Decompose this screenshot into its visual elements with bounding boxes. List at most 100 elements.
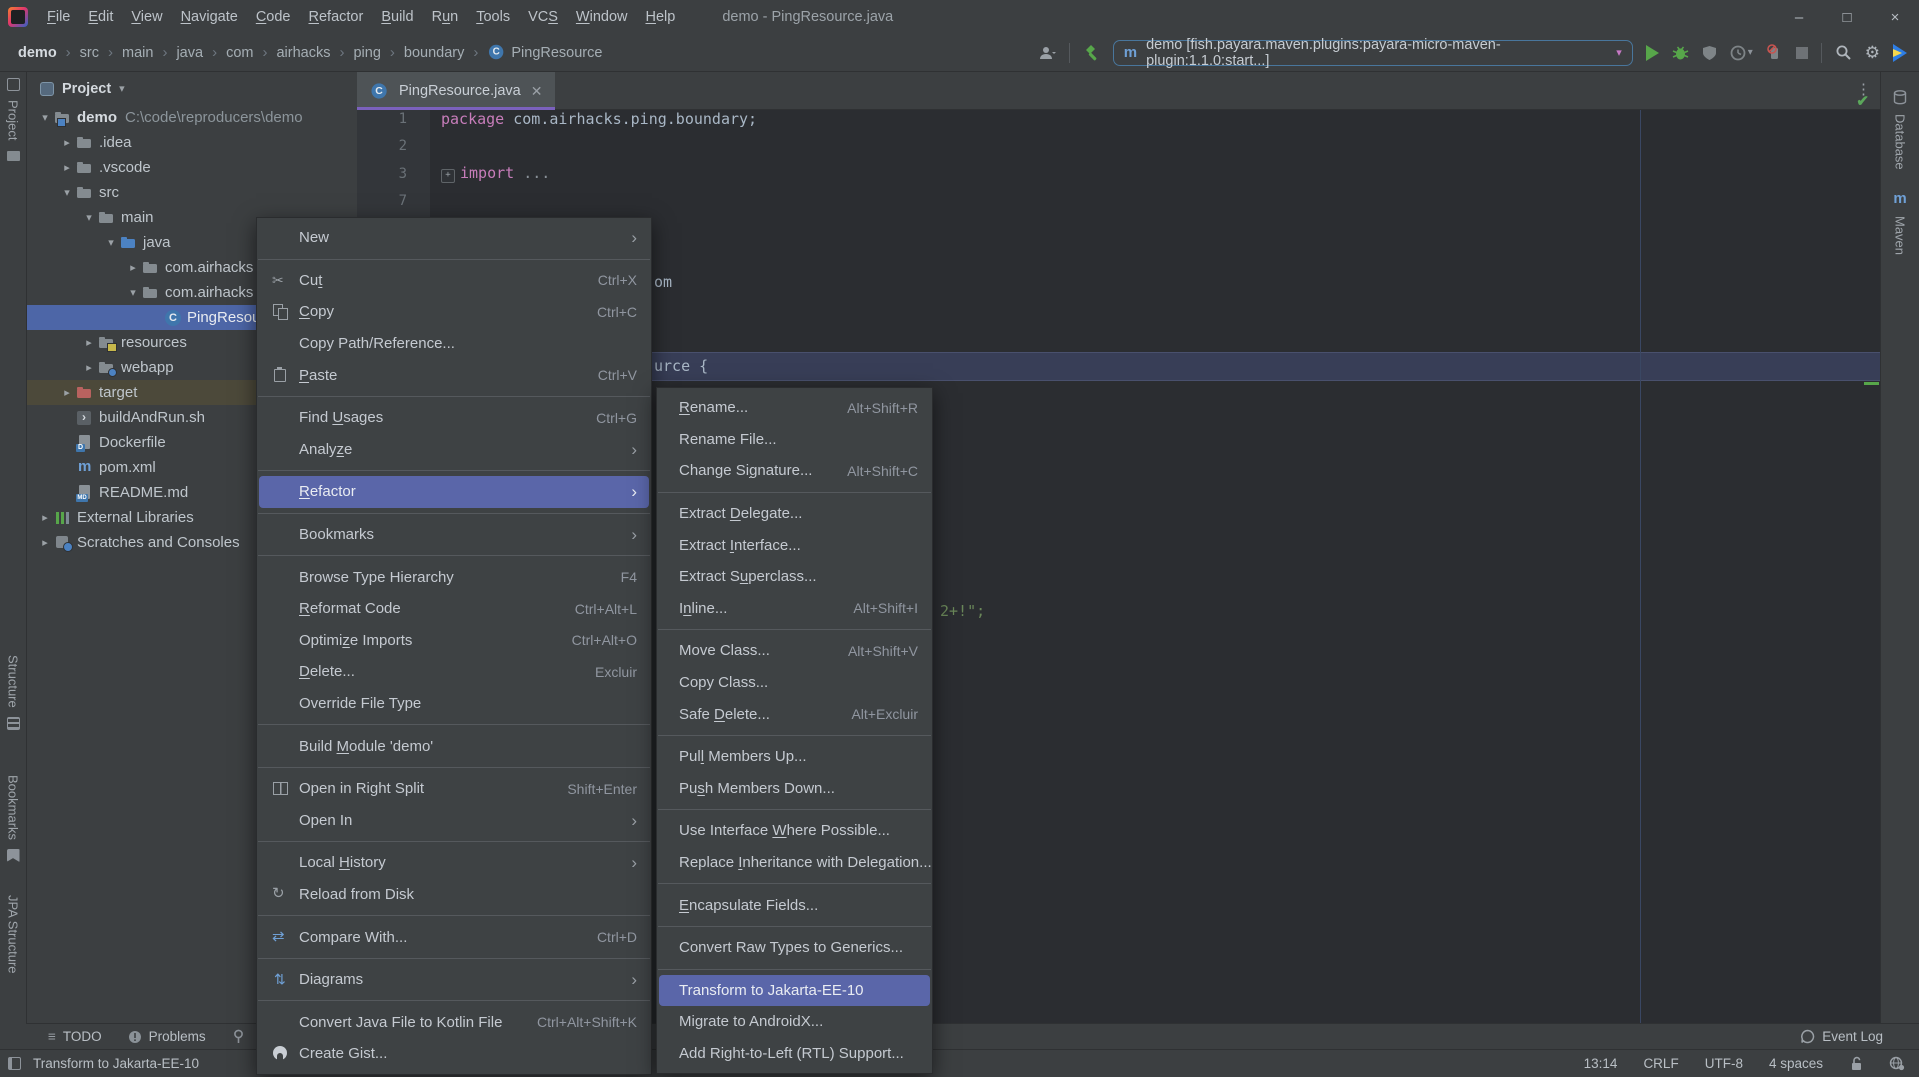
- status-segment-13-14[interactable]: 13:14: [1584, 1056, 1618, 1071]
- menu-item-add-right-to-left-rtl-support[interactable]: Add Right-to-Left (RTL) Support...: [659, 1038, 930, 1070]
- status-segment-crlf[interactable]: CRLF: [1643, 1056, 1678, 1071]
- menu-item-optimize-imports[interactable]: Optimize ImportsCtrl+Alt+O: [259, 625, 649, 657]
- menu-item-pull-members-up[interactable]: Pull Members Up...: [659, 741, 930, 773]
- menu-item-extract-superclass[interactable]: Extract Superclass...: [659, 561, 930, 593]
- profiler-button[interactable]: ▾: [1730, 45, 1753, 61]
- menu-item-delete[interactable]: Delete...Excluir: [259, 656, 649, 688]
- menu-item-push-members-down[interactable]: Push Members Down...: [659, 773, 930, 805]
- project-panel-header[interactable]: Project ▾: [26, 72, 357, 105]
- toolwindow-tab-jpa-structure[interactable]: JPA Structure: [0, 895, 26, 974]
- menu-item-safe-delete[interactable]: Safe Delete...Alt+Excluir: [659, 698, 930, 730]
- menubar-item-window[interactable]: Window: [567, 1, 637, 34]
- build-hammer-icon[interactable]: [1083, 44, 1100, 61]
- menu-item-create-gist[interactable]: Create Gist...: [259, 1038, 649, 1070]
- tree-row-idea[interactable]: ▸.idea: [26, 130, 357, 155]
- run-configuration-select[interactable]: m demo [fish.payara.maven.plugins:payara…: [1113, 40, 1633, 66]
- menu-item-use-interface-where-possible[interactable]: Use Interface Where Possible...: [659, 815, 930, 847]
- menu-item-local-history[interactable]: Local History›: [259, 847, 649, 879]
- unlock-icon[interactable]: [1849, 1056, 1863, 1071]
- menu-item-encapsulate-fields[interactable]: Encapsulate Fields...: [659, 889, 930, 921]
- menu-item-copy[interactable]: CopyCtrl+C: [259, 296, 649, 328]
- menubar-item-run[interactable]: Run: [423, 1, 468, 34]
- toolwindow-quick-access-icon[interactable]: [8, 1057, 21, 1070]
- menu-item-convert-raw-types-to-generics[interactable]: Convert Raw Types to Generics...: [659, 932, 930, 964]
- menu-item-bookmarks[interactable]: Bookmarks›: [259, 519, 649, 551]
- fold-marker-icon[interactable]: +: [441, 169, 455, 183]
- menu-item-find-usages[interactable]: Find UsagesCtrl+G: [259, 402, 649, 434]
- menu-item-transform-to-jakarta-ee-10[interactable]: Transform to Jakarta-EE-10: [659, 975, 930, 1007]
- menu-item-migrate-to-androidx[interactable]: Migrate to AndroidX...: [659, 1006, 930, 1038]
- menu-item-browse-type-hierarchy[interactable]: Browse Type HierarchyF4: [259, 561, 649, 593]
- inspection-ok-icon[interactable]: ✔: [1856, 92, 1869, 110]
- menu-item-refactor[interactable]: Refactor›: [259, 476, 649, 508]
- menubar-item-file[interactable]: File: [38, 1, 79, 34]
- search-icon[interactable]: [1835, 44, 1852, 61]
- tree-row-src[interactable]: ▾src: [26, 180, 357, 205]
- code-style-globe-icon[interactable]: [1889, 1056, 1905, 1071]
- user-icon[interactable]: [1038, 45, 1056, 61]
- menubar-item-navigate[interactable]: Navigate: [172, 1, 247, 34]
- menu-item-inline[interactable]: Inline...Alt+Shift+I: [659, 593, 930, 625]
- menu-item-extract-interface[interactable]: Extract Interface...: [659, 529, 930, 561]
- event-log-button[interactable]: Event Log: [1800, 1029, 1883, 1044]
- debug-button[interactable]: [1672, 44, 1689, 61]
- minimize-button[interactable]: –: [1775, 1, 1823, 34]
- breadcrumb-item-src[interactable]: src: [80, 45, 99, 61]
- menu-item-copy-path-reference[interactable]: Copy Path/Reference...: [259, 328, 649, 360]
- menubar-item-vcs[interactable]: VCS: [519, 1, 567, 34]
- tree-row-demo[interactable]: ▾demoC:\code\reproducers\demo: [26, 105, 357, 130]
- menu-item-copy-class[interactable]: Copy Class...: [659, 667, 930, 699]
- toolwindow-tab-todo[interactable]: ≡ TODO: [48, 1029, 102, 1044]
- breadcrumb-item-airhacks[interactable]: airhacks: [276, 45, 330, 61]
- status-segment-utf-8[interactable]: UTF-8: [1705, 1056, 1743, 1071]
- breadcrumb-item-main[interactable]: main: [122, 45, 153, 61]
- toolwindow-tab-maven[interactable]: m Maven: [1881, 190, 1919, 255]
- menu-item-compare-with[interactable]: Compare With...Ctrl+D: [259, 921, 649, 953]
- menu-item-move-class[interactable]: Move Class...Alt+Shift+V: [659, 635, 930, 667]
- menu-item-build-module-demo[interactable]: Build Module 'demo': [259, 730, 649, 762]
- settings-gear-icon[interactable]: ⚙: [1865, 45, 1880, 61]
- menu-item-rename[interactable]: Rename...Alt+Shift+R: [659, 392, 930, 424]
- menubar-item-help[interactable]: Help: [636, 1, 684, 34]
- breadcrumb-item-demo[interactable]: demo: [18, 45, 57, 61]
- menu-item-paste[interactable]: PasteCtrl+V: [259, 359, 649, 391]
- menu-item-cut[interactable]: CutCtrl+X: [259, 265, 649, 297]
- menubar-item-refactor[interactable]: Refactor: [300, 1, 373, 34]
- close-button[interactable]: ×: [1871, 1, 1919, 34]
- menubar-item-tools[interactable]: Tools: [467, 1, 519, 34]
- toolwindow-tab-database[interactable]: Database: [1881, 90, 1919, 170]
- menu-item-open-in-right-split[interactable]: Open in Right SplitShift+Enter: [259, 773, 649, 805]
- coverage-button[interactable]: [1702, 45, 1717, 61]
- toolwindow-tab-project[interactable]: Project: [0, 78, 26, 161]
- menu-item-reformat-code[interactable]: Reformat CodeCtrl+Alt+L: [259, 593, 649, 625]
- breadcrumb-item-java[interactable]: java: [176, 45, 203, 61]
- stop-button[interactable]: [1796, 47, 1808, 59]
- menu-item-new[interactable]: New›: [259, 222, 649, 254]
- breadcrumb-item-pingresource[interactable]: PingResource: [487, 44, 602, 61]
- breadcrumb-item-ping[interactable]: ping: [353, 45, 380, 61]
- toolwindow-tab-structure[interactable]: Structure: [0, 655, 26, 730]
- menubar-item-code[interactable]: Code: [247, 1, 300, 34]
- menu-item-rename-file[interactable]: Rename File...: [659, 424, 930, 456]
- toolwindow-tab-bookmarks[interactable]: Bookmarks: [0, 775, 26, 862]
- menubar-item-build[interactable]: Build: [372, 1, 422, 34]
- attach-debugger-button[interactable]: [1766, 44, 1783, 61]
- menu-item-change-signature[interactable]: Change Signature...Alt+Shift+C: [659, 455, 930, 487]
- menu-item-extract-delegate[interactable]: Extract Delegate...: [659, 498, 930, 530]
- menu-item-diagrams[interactable]: Diagrams›: [259, 964, 649, 996]
- status-segment-4-spaces[interactable]: 4 spaces: [1769, 1056, 1823, 1071]
- run-button[interactable]: [1646, 45, 1659, 61]
- maximize-button[interactable]: □: [1823, 1, 1871, 34]
- colorful-play-icon[interactable]: [1893, 44, 1907, 62]
- menu-item-override-file-type[interactable]: Override File Type: [259, 688, 649, 720]
- breadcrumb-item-boundary[interactable]: boundary: [404, 45, 464, 61]
- menu-item-reload-from-disk[interactable]: Reload from Disk: [259, 879, 649, 911]
- close-icon[interactable]: ✕: [531, 83, 543, 100]
- menu-item-replace-inheritance-with-delegation[interactable]: Replace Inheritance with Delegation...: [659, 847, 930, 879]
- menu-item-analyze[interactable]: Analyze›: [259, 434, 649, 466]
- menu-item-open-in[interactable]: Open In›: [259, 805, 649, 837]
- pin-icon[interactable]: [232, 1029, 245, 1044]
- tree-row-vscode[interactable]: ▸.vscode: [26, 155, 357, 180]
- toolwindow-tab-problems[interactable]: Problems: [128, 1029, 206, 1044]
- menubar-item-edit[interactable]: Edit: [79, 1, 122, 34]
